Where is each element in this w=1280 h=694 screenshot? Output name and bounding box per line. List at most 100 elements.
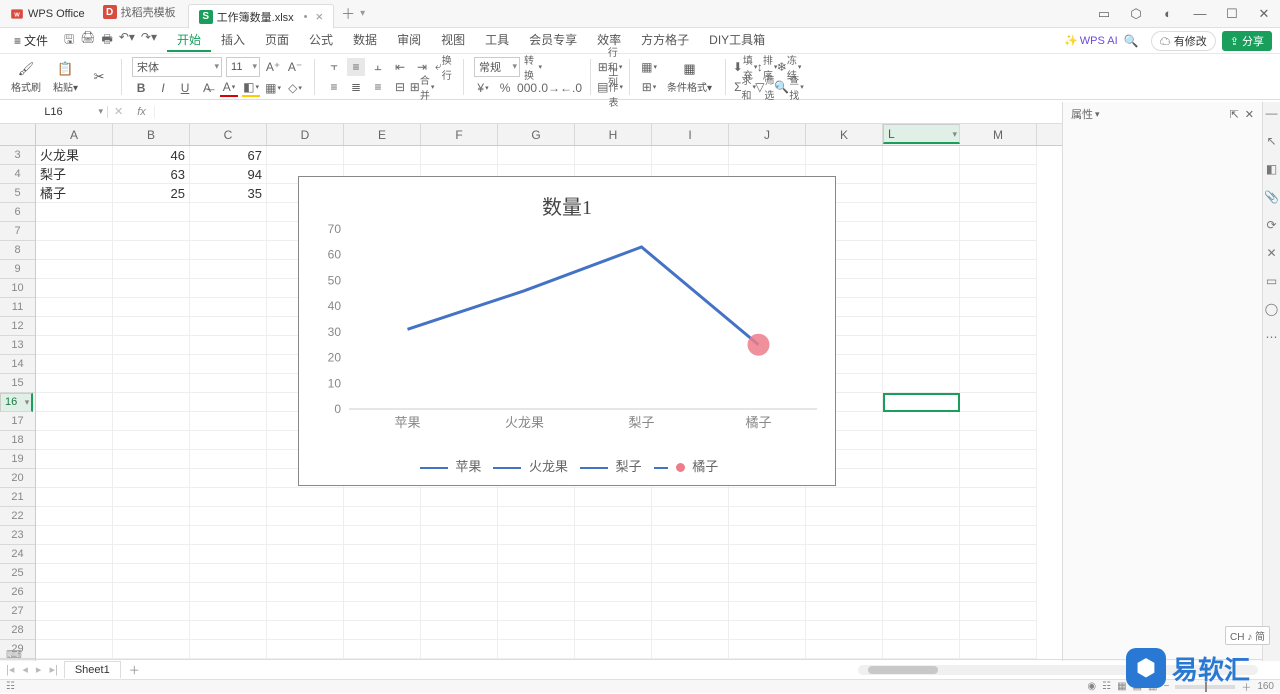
cell[interactable] xyxy=(344,602,421,621)
cell[interactable] xyxy=(652,640,729,659)
merge-button[interactable]: ⊞合并 xyxy=(413,78,431,96)
menu-item[interactable]: 工具 xyxy=(475,29,519,52)
cell[interactable] xyxy=(190,621,267,640)
cell[interactable] xyxy=(883,412,960,431)
document-tab[interactable]: S工作簿数量.xlsx•× xyxy=(188,4,334,29)
sheet-next-icon[interactable]: ▸ xyxy=(34,663,44,676)
qat-print-preview-icon[interactable]: 🖨 xyxy=(80,30,95,51)
menu-item[interactable]: 数据 xyxy=(343,29,387,52)
row-header[interactable]: 5 xyxy=(0,184,35,203)
cell[interactable] xyxy=(36,640,113,659)
cell[interactable] xyxy=(883,621,960,640)
cell[interactable] xyxy=(190,355,267,374)
select-all-corner[interactable] xyxy=(0,124,36,146)
cell[interactable] xyxy=(729,564,806,583)
cell[interactable] xyxy=(344,146,421,165)
cell[interactable] xyxy=(652,602,729,621)
cell[interactable] xyxy=(498,526,575,545)
align-center-button[interactable]: ≣ xyxy=(347,78,365,96)
side-style-icon[interactable]: ◧ xyxy=(1266,162,1277,176)
cell[interactable] xyxy=(36,564,113,583)
row-header[interactable]: 24 xyxy=(0,545,35,564)
cell[interactable] xyxy=(36,298,113,317)
cell[interactable] xyxy=(113,412,190,431)
cell[interactable] xyxy=(190,507,267,526)
share-button[interactable]: ⇪ 分享 xyxy=(1222,31,1272,51)
border-button[interactable]: ▦ xyxy=(264,79,282,97)
cell[interactable] xyxy=(344,564,421,583)
cell[interactable] xyxy=(113,602,190,621)
cell[interactable] xyxy=(960,526,1037,545)
column-header[interactable]: G xyxy=(498,124,575,145)
side-select-icon[interactable]: ↖ xyxy=(1266,134,1276,148)
cell[interactable]: 橘子 xyxy=(36,184,113,203)
dec-inc-button[interactable]: .0→ xyxy=(540,79,558,97)
cell[interactable] xyxy=(883,222,960,241)
cell[interactable] xyxy=(575,545,652,564)
underline-button[interactable]: U xyxy=(176,79,194,97)
cell[interactable] xyxy=(575,621,652,640)
cell[interactable] xyxy=(113,488,190,507)
cell[interactable] xyxy=(498,583,575,602)
row-header[interactable]: 3 xyxy=(0,146,35,165)
cell[interactable] xyxy=(190,545,267,564)
view-page-icon[interactable]: ▤ xyxy=(1133,681,1142,692)
cell[interactable] xyxy=(113,241,190,260)
menu-item[interactable]: 开始 xyxy=(167,29,211,52)
cell[interactable] xyxy=(267,583,344,602)
row-header[interactable]: 19 xyxy=(0,450,35,469)
cell[interactable] xyxy=(190,241,267,260)
cell[interactable] xyxy=(36,583,113,602)
cell[interactable] xyxy=(960,165,1037,184)
cell[interactable] xyxy=(113,431,190,450)
row-headers[interactable]: 3456789101112131415161718192021222324252… xyxy=(0,146,36,661)
cell[interactable] xyxy=(113,298,190,317)
cell[interactable] xyxy=(575,526,652,545)
cell[interactable] xyxy=(421,564,498,583)
cell[interactable] xyxy=(883,583,960,602)
cell[interactable] xyxy=(267,564,344,583)
row-header[interactable]: 23 xyxy=(0,526,35,545)
cell[interactable] xyxy=(575,507,652,526)
cell[interactable] xyxy=(960,469,1037,488)
clear-button[interactable]: ◇ xyxy=(286,79,304,97)
cell[interactable] xyxy=(883,279,960,298)
cell[interactable] xyxy=(421,488,498,507)
cell[interactable] xyxy=(190,203,267,222)
side-clip-icon[interactable]: 📎 xyxy=(1264,190,1279,204)
cell[interactable] xyxy=(36,526,113,545)
cell[interactable] xyxy=(960,241,1037,260)
cell[interactable] xyxy=(806,488,883,507)
cell[interactable] xyxy=(960,146,1037,165)
cell[interactable] xyxy=(498,602,575,621)
cell[interactable] xyxy=(421,507,498,526)
cell[interactable]: 35 xyxy=(190,184,267,203)
sheet-last-icon[interactable]: ▸| xyxy=(47,663,59,676)
cell[interactable] xyxy=(498,488,575,507)
cell[interactable] xyxy=(729,640,806,659)
find-button[interactable]: 🔍 查找 xyxy=(780,78,798,96)
cut-button[interactable]: ✂ xyxy=(87,66,111,88)
cell[interactable] xyxy=(806,545,883,564)
row-header[interactable]: 28 xyxy=(0,621,35,640)
cell[interactable] xyxy=(960,431,1037,450)
cell[interactable] xyxy=(267,640,344,659)
cell[interactable] xyxy=(960,279,1037,298)
view-normal-icon[interactable]: ▦ xyxy=(1117,681,1126,692)
styles-button[interactable]: ▦ xyxy=(640,58,658,76)
minimize-button[interactable]: — xyxy=(1188,2,1212,26)
cell[interactable] xyxy=(421,583,498,602)
cell[interactable] xyxy=(883,298,960,317)
cell[interactable] xyxy=(421,545,498,564)
currency-button[interactable]: ¥ xyxy=(474,79,492,97)
cell[interactable] xyxy=(113,393,190,412)
cell[interactable] xyxy=(806,564,883,583)
cell[interactable] xyxy=(729,507,806,526)
search-icon[interactable]: 🔍 xyxy=(1124,34,1139,48)
cell[interactable] xyxy=(190,298,267,317)
cell[interactable] xyxy=(960,564,1037,583)
cell[interactable] xyxy=(267,507,344,526)
cell[interactable] xyxy=(113,336,190,355)
convert-button[interactable]: 转换 xyxy=(524,58,542,76)
row-header[interactable]: 4 xyxy=(0,165,35,184)
